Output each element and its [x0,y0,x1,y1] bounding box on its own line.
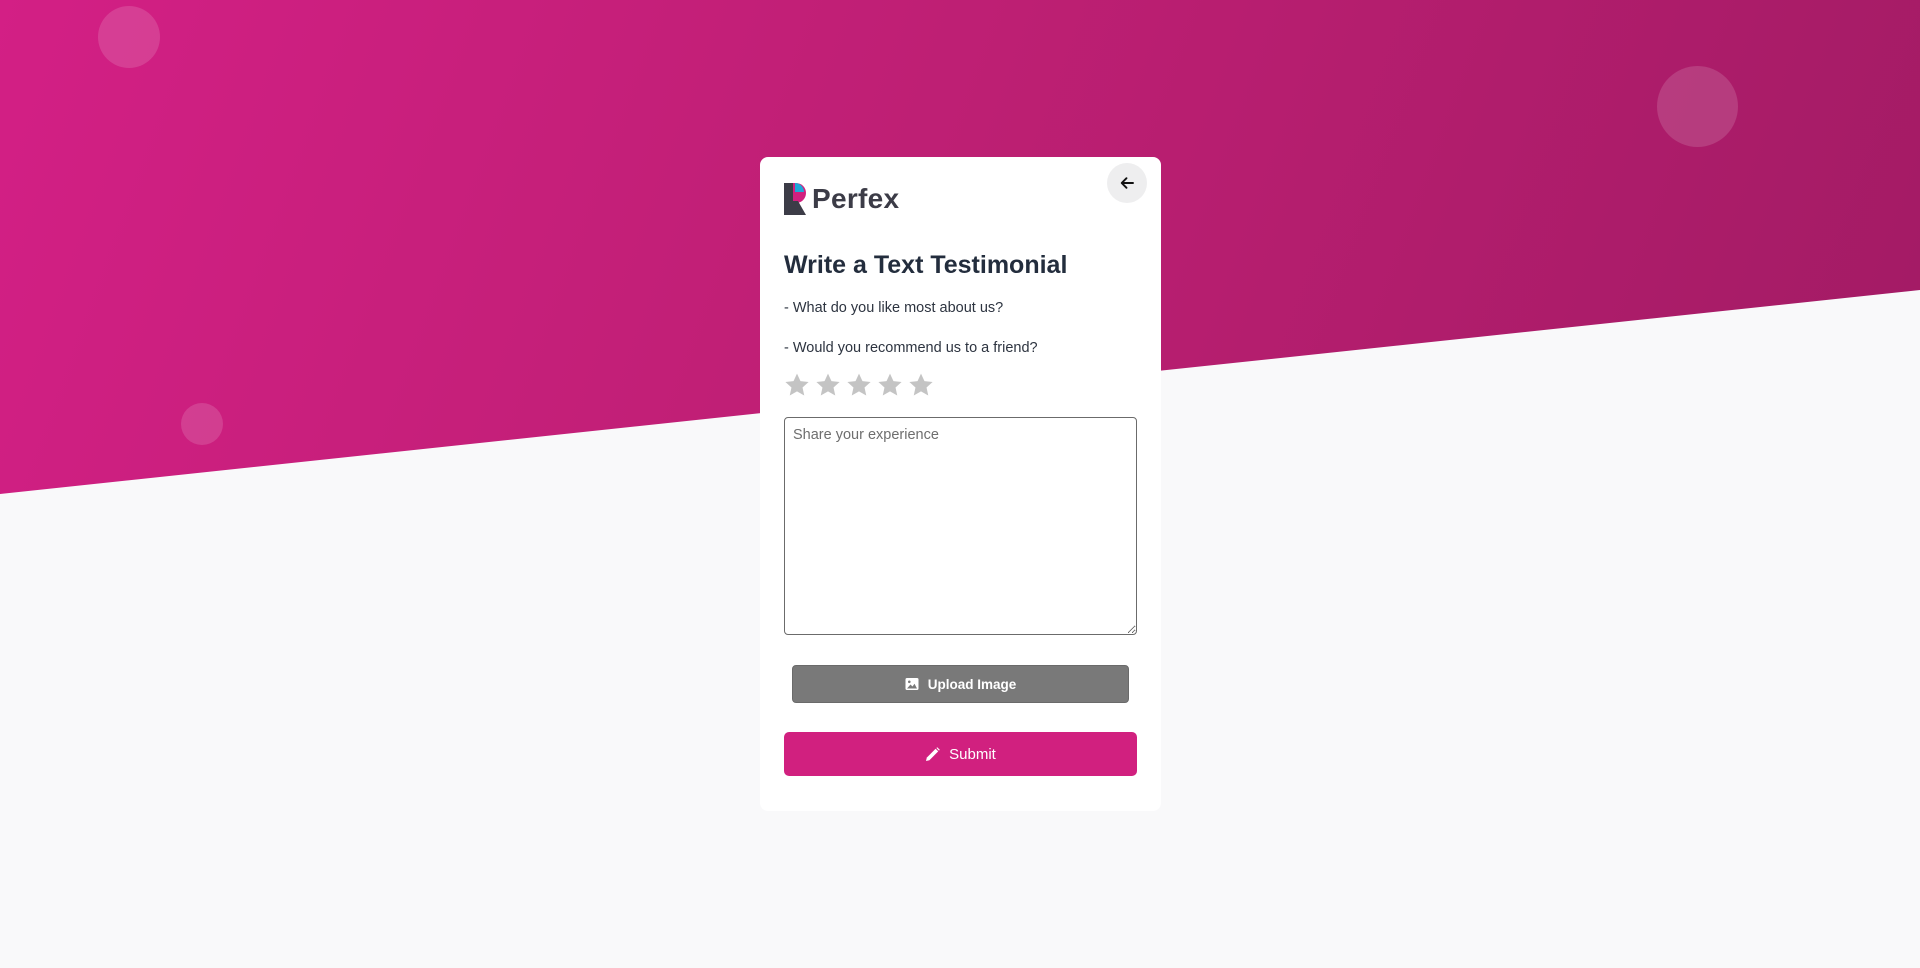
submit-button[interactable]: Submit [784,732,1137,776]
star-rating [784,372,934,398]
decorative-bubble [98,6,160,68]
brand-name: Perfex [812,183,900,214]
pencil-icon [926,746,940,761]
brand-logo: Perfex [784,183,899,215]
decorative-bubble [1657,66,1738,147]
testimonial-card: Perfex Write a Text Testimonial - What d… [760,157,1161,811]
submit-label: Submit [949,745,996,763]
experience-textarea[interactable] [784,417,1137,635]
back-button[interactable] [1107,163,1147,203]
star-icon-1[interactable] [784,372,810,398]
question-1: - What do you like most about us? [784,300,1004,316]
arrow-left-icon [1120,177,1134,189]
upload-image-label: Upload Image [927,676,1017,692]
image-icon [905,678,919,690]
upload-image-button[interactable]: Upload Image [792,665,1129,703]
star-icon-3[interactable] [846,372,872,398]
perfex-logo-icon [784,183,806,215]
star-icon-4[interactable] [877,372,903,398]
star-icon-2[interactable] [815,372,841,398]
decorative-bubble [181,403,223,445]
page-title: Write a Text Testimonial [784,251,1068,279]
question-2: - Would you recommend us to a friend? [784,340,1038,356]
star-icon-5[interactable] [908,372,934,398]
